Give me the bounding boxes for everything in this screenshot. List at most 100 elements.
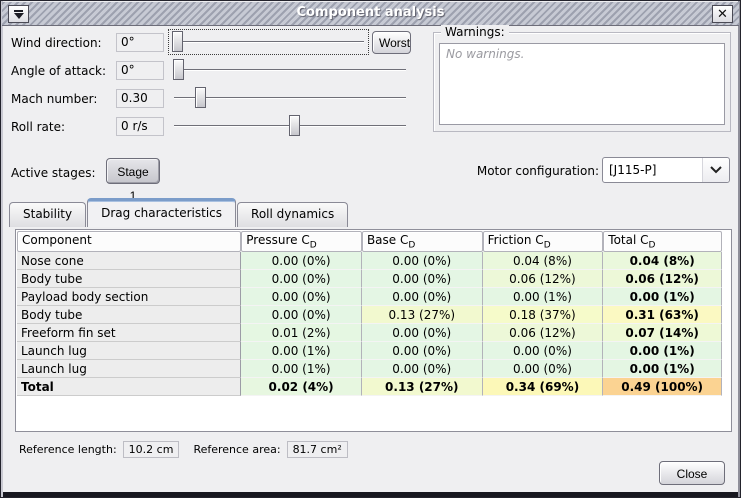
- column-header-friction-cd[interactable]: Friction CD: [483, 231, 604, 252]
- total-cd-value: 0.49 (100%): [603, 378, 722, 396]
- component-name: Body tube: [17, 306, 241, 324]
- base-cd-value: 0.00 (0%): [362, 342, 483, 360]
- table-row: Body tube 0.00 (0%) 0.13 (27%) 0.18 (37%…: [17, 306, 722, 324]
- friction-cd-value: 0.06 (12%): [483, 324, 604, 342]
- friction-cd-value: 0.04 (8%): [483, 252, 604, 270]
- reference-area-value: 81.7 cm²: [287, 441, 348, 458]
- component-name: Total: [17, 378, 241, 396]
- mach-number-label: Mach number:: [11, 90, 97, 108]
- angle-of-attack-slider[interactable]: [171, 58, 409, 83]
- component-name: Launch lug: [17, 360, 241, 378]
- base-cd-value: 0.00 (0%): [362, 288, 483, 306]
- table-row: Freeform fin set 0.01 (2%) 0.00 (0%) 0.0…: [17, 324, 722, 342]
- table-row: Payload body section 0.00 (0%) 0.00 (0%)…: [17, 288, 722, 306]
- tab-stability[interactable]: Stability: [9, 202, 86, 227]
- window-title: Component analysis: [2, 5, 739, 20]
- table-total-row: Total 0.02 (4%) 0.13 (27%) 0.34 (69%) 0.…: [17, 378, 722, 396]
- motor-configuration-value: [J115-P]: [603, 158, 702, 182]
- angle-of-attack-label: Angle of attack:: [11, 62, 106, 80]
- roll-rate-label: Roll rate:: [11, 118, 65, 136]
- slider-thumb[interactable]: [195, 87, 206, 108]
- friction-cd-value: 0.00 (0%): [483, 342, 604, 360]
- slider-track[interactable]: [173, 41, 364, 43]
- component-analysis-dialog: Component analysis ✕ Wind direction: 0° …: [0, 0, 741, 498]
- mach-number-slider[interactable]: [171, 86, 409, 111]
- roll-rate-field[interactable]: 0 r/s: [116, 117, 164, 136]
- window-close-button[interactable]: ✕: [712, 5, 733, 23]
- table-row: Launch lug 0.00 (1%) 0.00 (0%) 0.00 (0%)…: [17, 360, 722, 378]
- worst-button[interactable]: Worst: [372, 31, 411, 54]
- motor-configuration-combobox[interactable]: [J115-P]: [602, 157, 730, 183]
- total-cd-value: 0.00 (1%): [603, 288, 722, 306]
- slider-thumb[interactable]: [172, 31, 183, 52]
- reference-length-label: Reference length:: [19, 443, 117, 456]
- base-cd-value: 0.00 (0%): [362, 360, 483, 378]
- component-name: Freeform fin set: [17, 324, 241, 342]
- pressure-cd-value: 0.00 (0%): [241, 306, 362, 324]
- analysis-tabs: Stability Drag characteristics Roll dyna…: [9, 198, 349, 227]
- base-cd-value: 0.00 (0%): [362, 270, 483, 288]
- active-stages-label: Active stages:: [11, 164, 96, 182]
- column-header-component[interactable]: Component: [17, 231, 241, 252]
- component-name: Nose cone: [17, 252, 241, 270]
- slider-track[interactable]: [174, 97, 406, 99]
- friction-cd-value: 0.34 (69%): [483, 378, 604, 396]
- table-row: Launch lug 0.00 (1%) 0.00 (0%) 0.00 (0%)…: [17, 342, 722, 360]
- total-cd-value: 0.04 (8%): [603, 252, 722, 270]
- roll-rate-slider[interactable]: [171, 114, 409, 139]
- mach-number-field[interactable]: 0.30: [116, 89, 164, 108]
- pressure-cd-value: 0.00 (0%): [241, 252, 362, 270]
- title-bar[interactable]: Component analysis ✕: [2, 2, 739, 26]
- friction-cd-value: 0.06 (12%): [483, 270, 604, 288]
- angle-of-attack-field[interactable]: 0°: [116, 61, 164, 80]
- total-cd-value: 0.07 (14%): [603, 324, 722, 342]
- chevron-down-icon: [702, 158, 729, 182]
- base-cd-value: 0.13 (27%): [362, 378, 483, 396]
- reference-info: Reference length: 10.2 cm Reference area…: [19, 441, 348, 458]
- table-row: Nose cone 0.00 (0%) 0.00 (0%) 0.04 (8%) …: [17, 252, 722, 270]
- warnings-group: Warnings: No warnings.: [433, 32, 731, 132]
- pressure-cd-value: 0.00 (0%): [241, 270, 362, 288]
- close-icon: ✕: [717, 7, 728, 22]
- reference-length-value: 10.2 cm: [123, 441, 180, 458]
- pressure-cd-value: 0.01 (2%): [241, 324, 362, 342]
- pressure-cd-value: 0.00 (0%): [241, 288, 362, 306]
- base-cd-value: 0.13 (27%): [362, 306, 483, 324]
- drag-table-scrollpane: Component Pressure CD Base CD Friction C…: [15, 229, 732, 432]
- tab-drag-characteristics[interactable]: Drag characteristics: [87, 198, 236, 227]
- pressure-cd-value: 0.00 (1%): [241, 360, 362, 378]
- drag-coefficient-table: Component Pressure CD Base CD Friction C…: [17, 231, 722, 396]
- tab-roll-dynamics[interactable]: Roll dynamics: [237, 202, 348, 227]
- column-header-base-cd[interactable]: Base CD: [362, 231, 483, 252]
- warnings-empty-text: No warnings.: [446, 47, 524, 61]
- column-header-total-cd[interactable]: Total CD: [603, 231, 722, 252]
- base-cd-value: 0.00 (0%): [362, 252, 483, 270]
- table-header-row: Component Pressure CD Base CD Friction C…: [17, 231, 722, 252]
- close-button[interactable]: Close: [659, 461, 725, 485]
- component-name: Body tube: [17, 270, 241, 288]
- pressure-cd-value: 0.00 (1%): [241, 342, 362, 360]
- total-cd-value: 0.31 (63%): [603, 306, 722, 324]
- wind-direction-field[interactable]: 0°: [116, 33, 164, 52]
- component-name: Launch lug: [17, 342, 241, 360]
- friction-cd-value: 0.00 (1%): [483, 288, 604, 306]
- slider-track[interactable]: [174, 69, 406, 71]
- friction-cd-value: 0.00 (0%): [483, 360, 604, 378]
- component-name: Payload body section: [17, 288, 241, 306]
- friction-cd-value: 0.18 (37%): [483, 306, 604, 324]
- total-cd-value: 0.06 (12%): [603, 270, 722, 288]
- total-cd-value: 0.00 (1%): [603, 360, 722, 378]
- column-header-pressure-cd[interactable]: Pressure CD: [241, 231, 362, 252]
- pressure-cd-value: 0.02 (4%): [241, 378, 362, 396]
- warnings-title: Warnings:: [441, 25, 509, 39]
- wind-direction-slider[interactable]: [170, 30, 367, 55]
- slider-thumb[interactable]: [173, 59, 184, 80]
- stage-1-toggle[interactable]: Stage 1: [106, 158, 160, 184]
- warnings-list: No warnings.: [439, 43, 725, 125]
- reference-area-label: Reference area:: [193, 443, 280, 456]
- slider-thumb[interactable]: [289, 115, 300, 136]
- table-row: Body tube 0.00 (0%) 0.00 (0%) 0.06 (12%)…: [17, 270, 722, 288]
- total-cd-value: 0.00 (1%): [603, 342, 722, 360]
- motor-configuration-label: Motor configuration:: [453, 164, 599, 178]
- wind-direction-label: Wind direction:: [11, 34, 102, 52]
